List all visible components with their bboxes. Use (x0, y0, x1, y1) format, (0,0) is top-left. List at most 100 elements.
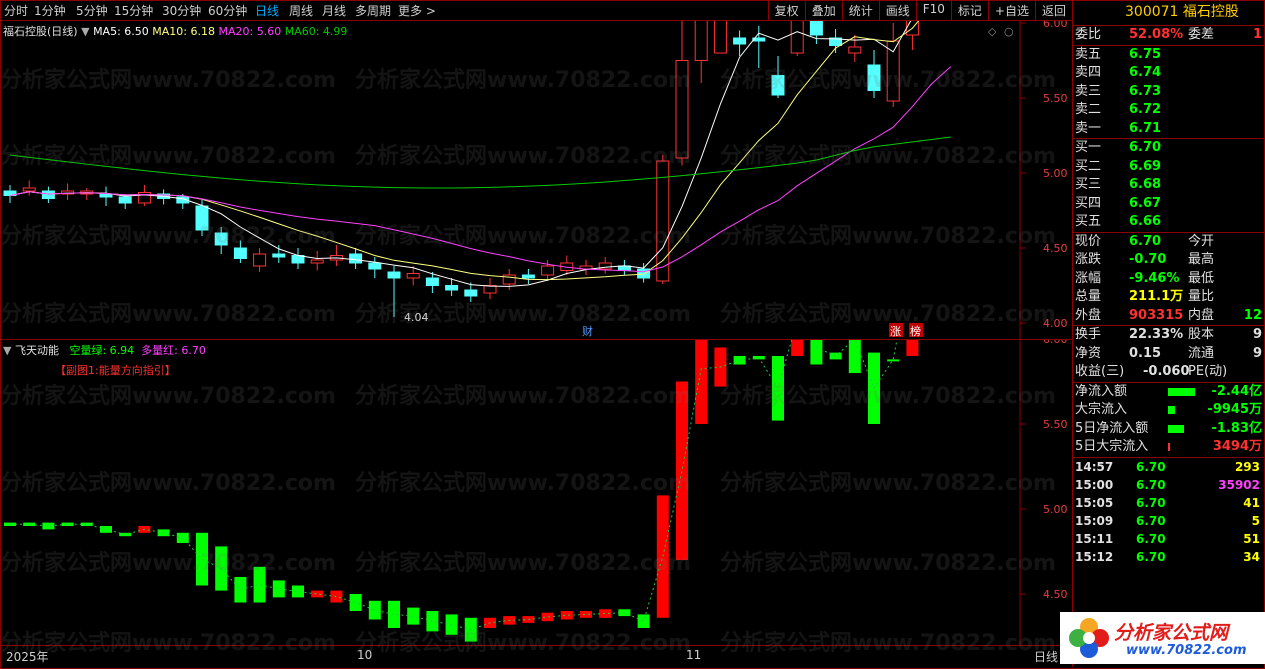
candle-up[interactable] (406, 273, 420, 279)
candle-down[interactable] (195, 205, 209, 231)
candle-down[interactable] (425, 277, 439, 286)
candle-down[interactable] (809, 21, 823, 36)
candle-down[interactable] (272, 253, 286, 258)
period-tab[interactable]: 30分钟 (162, 2, 201, 19)
tick-row[interactable]: 15:00 6.70 35902 (1073, 476, 1264, 494)
x-label-year: 2025年 (6, 650, 49, 664)
energy-bar-red[interactable] (676, 381, 688, 561)
period-tab[interactable]: 60分钟 (208, 2, 247, 19)
rank-marker[interactable]: 榜 (910, 324, 921, 338)
tick-row[interactable]: 15:12 6.70 34 (1073, 548, 1264, 566)
energy-bar-green[interactable] (196, 532, 208, 586)
candle-down[interactable] (368, 262, 382, 270)
candle-down[interactable] (464, 289, 478, 297)
indicator-pane[interactable]: 7.006.506.005.505.004.50 ▼ 飞天动能 空量绿: 6.9… (0, 340, 1072, 645)
energy-bar-red[interactable] (560, 611, 573, 620)
main-kline-pane[interactable]: 7.507.006.506.005.505.004.504.007.794.04… (0, 21, 1072, 339)
buy-row[interactable]: 买五 6.66 (1073, 213, 1264, 232)
energy-bar-red[interactable] (311, 590, 324, 598)
candle-up[interactable] (694, 21, 708, 62)
period-tab[interactable]: 分时 (4, 2, 28, 19)
sell-row[interactable]: 卖五 6.75 (1073, 46, 1264, 65)
limit-up-marker[interactable]: 涨 (890, 325, 901, 338)
energy-bar-red[interactable] (791, 340, 804, 356)
period-tab[interactable]: 月线 (322, 2, 346, 19)
period-tab[interactable]: 更多 > (398, 2, 436, 19)
buy-row[interactable]: 买一 6.70 (1073, 139, 1264, 158)
tick-row[interactable]: 14:57 6.70 293 (1073, 458, 1264, 476)
period-tab[interactable]: 多周期 (355, 2, 391, 19)
candle-up[interactable] (22, 187, 36, 192)
sell-row[interactable]: 卖三 6.73 (1073, 83, 1264, 102)
period-indicator[interactable]: 日线 (1034, 648, 1058, 665)
energy-bar-green[interactable] (272, 580, 285, 598)
tick-list[interactable]: 14:57 6.70 293 15:00 6.70 35902 15:05 6.70 41 15:… (1073, 458, 1264, 566)
toolbar-button[interactable]: F10 (915, 0, 951, 20)
energy-bar-red[interactable] (695, 340, 708, 424)
candle-down[interactable] (521, 274, 535, 279)
energy-bar-red[interactable] (656, 495, 669, 618)
circle-icon[interactable]: ○ (1004, 25, 1014, 38)
energy-bar-red[interactable] (541, 612, 554, 622)
candle-down[interactable] (41, 190, 55, 199)
candle-down[interactable] (233, 247, 247, 259)
candle-up[interactable] (886, 40, 900, 102)
candle-down[interactable] (349, 253, 363, 264)
energy-bar-green[interactable] (848, 340, 861, 373)
buy-row[interactable]: 买四 6.67 (1073, 195, 1264, 214)
energy-bar-green[interactable] (292, 585, 304, 598)
energy-bar-red[interactable] (330, 590, 343, 603)
period-tab[interactable]: 1分钟 (34, 2, 66, 19)
energy-bar-green[interactable] (368, 600, 381, 620)
sell-row[interactable]: 卖一 6.71 (1073, 120, 1264, 139)
diamond-icon[interactable]: ◇ (988, 25, 997, 38)
candle-down[interactable] (445, 285, 459, 291)
kline-chart[interactable]: 7.507.006.506.005.505.004.504.007.794.04… (0, 21, 1072, 339)
tick-row[interactable]: 15:09 6.70 5 (1073, 512, 1264, 530)
energy-bar-green[interactable] (810, 340, 823, 365)
buy-row[interactable]: 买三 6.68 (1073, 176, 1264, 195)
toolbar-button[interactable]: 画线 (878, 0, 916, 20)
energy-bar-green[interactable] (253, 566, 266, 603)
toolbar-button[interactable]: 复权 (767, 0, 805, 20)
period-tab[interactable]: 15分钟 (114, 2, 153, 19)
candle-down[interactable] (214, 232, 228, 246)
candle-up[interactable] (253, 253, 267, 267)
toolbar-button[interactable]: 标记 (950, 0, 988, 20)
energy-bar-green[interactable] (887, 359, 900, 362)
finance-marker[interactable]: 财 (582, 324, 593, 338)
tick-row[interactable]: 15:11 6.70 51 (1073, 530, 1264, 548)
energy-bar-green[interactable] (42, 522, 55, 530)
candle-down[interactable] (867, 64, 881, 91)
sell-row[interactable]: 卖二 6.72 (1073, 101, 1264, 120)
period-tab[interactable]: 5分钟 (76, 2, 108, 19)
collapse-icon[interactable]: ▼ (3, 344, 11, 357)
candle-down[interactable] (733, 37, 747, 45)
energy-bar-red[interactable] (906, 340, 919, 356)
toolbar-button[interactable]: 叠加 (804, 0, 842, 20)
candle-down[interactable] (387, 271, 401, 279)
energy-bar-green[interactable] (637, 614, 650, 628)
candle-up[interactable] (713, 21, 727, 54)
candle-up[interactable] (848, 46, 862, 54)
period-tab[interactable]: 周线 (289, 2, 313, 19)
toolbar-button[interactable]: 返回 (1034, 0, 1072, 20)
indicator-chart[interactable]: 7.006.506.005.505.004.50 (0, 340, 1072, 645)
tick-row[interactable]: 15:05 6.70 41 (1073, 494, 1264, 512)
candle-down[interactable] (118, 196, 132, 204)
toolbar-button[interactable]: +自选 (987, 0, 1035, 20)
candle-down[interactable] (99, 193, 113, 198)
energy-bar-green[interactable] (234, 577, 247, 603)
energy-bar-green[interactable] (349, 594, 362, 611)
chevron-down-icon[interactable]: ▼ (81, 25, 89, 38)
energy-bar-red[interactable] (580, 611, 592, 618)
candle-up[interactable] (675, 60, 689, 159)
period-tab[interactable]: 日线 (255, 2, 279, 19)
buy-row[interactable]: 买二 6.69 (1073, 158, 1264, 177)
candle-down[interactable] (771, 75, 785, 96)
candle-up[interactable] (310, 259, 324, 264)
toolbar-button[interactable]: 统计 (841, 0, 879, 20)
candle-up[interactable] (541, 265, 555, 276)
candle-up[interactable] (790, 21, 804, 54)
sell-row[interactable]: 卖四 6.74 (1073, 64, 1264, 83)
